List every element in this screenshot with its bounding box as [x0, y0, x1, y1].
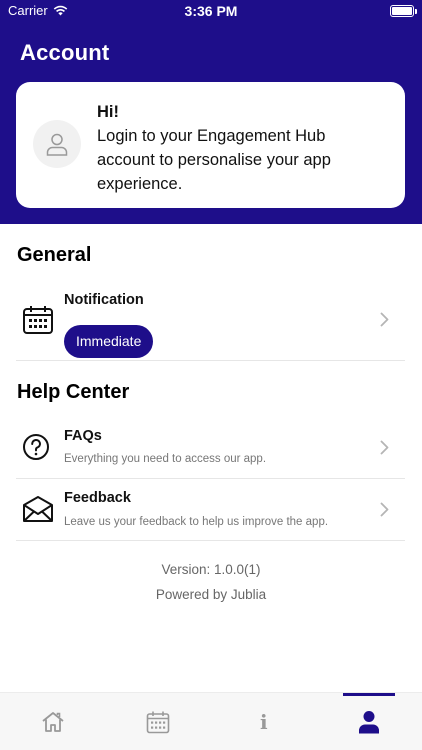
calendar-icon: [146, 711, 170, 733]
login-message: Hi! Login to your Engagement Hub account…: [97, 100, 387, 196]
tab-info[interactable]: i: [211, 693, 317, 750]
app-version: Version: 1.0.0(1): [161, 562, 261, 577]
user-icon: [46, 133, 68, 156]
battery-icon: [390, 5, 417, 17]
avatar: [33, 120, 81, 168]
notification-row[interactable]: Notification Immediate: [16, 286, 405, 361]
tab-calendar[interactable]: [106, 693, 212, 750]
question-circle-icon: [23, 434, 49, 460]
help-item-feedback[interactable]: Feedback Leave us your feedback to help …: [16, 479, 405, 541]
tab-bar: i: [0, 692, 422, 750]
feedback-label: Feedback: [64, 490, 131, 506]
faqs-label: FAQs: [64, 428, 102, 444]
section-title-help-center: Help Center: [17, 381, 130, 403]
tab-home[interactable]: [0, 693, 106, 750]
home-icon: [42, 712, 64, 732]
status-bar: Carrier 3:36 PM: [0, 0, 422, 22]
notification-label: Notification: [64, 292, 144, 308]
notification-value-badge[interactable]: Immediate: [64, 325, 154, 358]
login-card[interactable]: Hi! Login to your Engagement Hub account…: [16, 82, 405, 208]
status-time: 3:36 PM: [184, 3, 238, 19]
envelope-icon: [23, 496, 53, 522]
help-item-faqs[interactable]: FAQs Everything you need to access our a…: [16, 418, 405, 479]
feedback-subtitle: Leave us your feedback to help us improv…: [64, 516, 329, 528]
info-icon: i: [259, 710, 268, 734]
faqs-subtitle: Everything you need to access our app.: [64, 453, 267, 465]
section-title-general: General: [17, 244, 92, 266]
account-header: Carrier 3:36 PM Account Hi! Login to you…: [0, 0, 422, 224]
login-prompt: Login to your Engagement Hub account to …: [97, 127, 331, 193]
tab-profile[interactable]: [317, 693, 422, 750]
profile-icon: [359, 711, 380, 734]
chevron-right-icon: [380, 312, 389, 327]
powered-by: Powered by Jublia: [155, 587, 267, 602]
login-greeting: Hi!: [97, 103, 119, 121]
calendar-icon: [23, 306, 53, 334]
active-tab-indicator: [343, 693, 395, 696]
chevron-right-icon: [380, 440, 389, 455]
chevron-right-icon: [380, 502, 389, 517]
page-title: Account: [20, 40, 110, 65]
